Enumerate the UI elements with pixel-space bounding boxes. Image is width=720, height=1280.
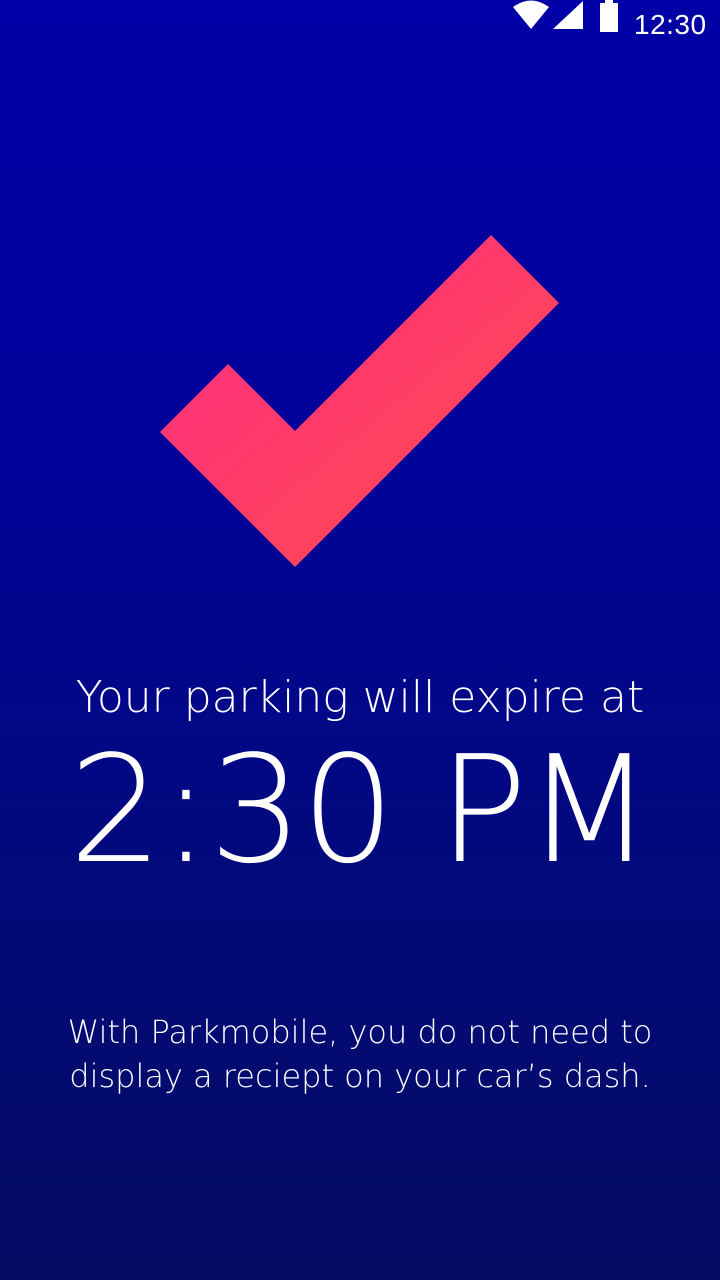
expire-time: 2:30 PM: [68, 724, 653, 896]
wifi-icon: [513, 0, 549, 29]
check-icon: [160, 235, 559, 567]
status-time: 12:30: [634, 9, 707, 40]
battery-icon: [600, 0, 618, 32]
expire-label: Your parking will expire at: [75, 672, 645, 723]
info-text: With Parkmobile, you do not need to disp…: [67, 1013, 653, 1095]
status-bar: 12:30: [0, 0, 720, 50]
signal-icon: [553, 1, 583, 29]
